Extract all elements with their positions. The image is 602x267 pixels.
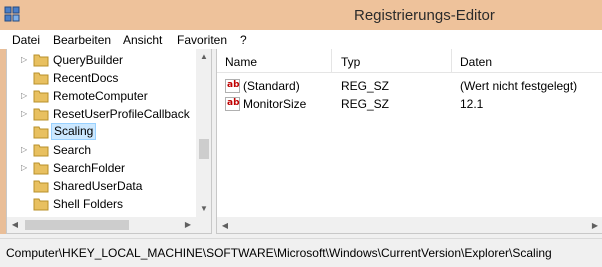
expand-arrow-icon[interactable]: ▷ xyxy=(21,92,27,100)
value-list[interactable]: Name Typ Daten ab (Standard) REG_SZ (Wer… xyxy=(216,49,602,234)
scroll-left-icon[interactable]: ◀ xyxy=(217,217,233,233)
string-value-icon: ab xyxy=(225,79,240,93)
tree-item-resetuserprofilecallback[interactable]: ▷ ResetUserProfileCallback xyxy=(7,105,197,123)
folder-icon xyxy=(33,180,49,193)
menu-bar: Datei Bearbeiten Ansicht Favoriten ? xyxy=(0,30,602,49)
registry-editor-icon[interactable] xyxy=(4,6,20,22)
folder-icon xyxy=(33,54,49,67)
tree-item-label: Scaling xyxy=(51,123,97,140)
value-name: MonitorSize xyxy=(243,97,307,111)
list-row-standard[interactable]: ab (Standard) REG_SZ (Wert nicht festgel… xyxy=(217,77,602,95)
scroll-thumb[interactable] xyxy=(199,139,209,159)
scroll-right-icon[interactable]: ▶ xyxy=(180,217,196,233)
value-type: REG_SZ xyxy=(341,79,390,93)
tree-item-label: SearchFolder xyxy=(53,161,126,175)
tree-item-label: Shell Folders xyxy=(53,197,124,211)
folder-icon xyxy=(33,90,49,103)
expand-arrow-icon[interactable]: ▷ xyxy=(21,110,27,118)
scroll-thumb[interactable] xyxy=(25,220,129,230)
menu-bearbeiten[interactable]: Bearbeiten xyxy=(53,33,111,47)
folder-icon xyxy=(33,144,49,157)
value-name: (Standard) xyxy=(243,79,300,93)
list-header: Name Typ Daten xyxy=(217,49,602,73)
menu-favoriten[interactable]: Favoriten xyxy=(177,33,227,47)
expand-arrow-icon[interactable]: ▷ xyxy=(21,164,27,172)
scroll-down-icon[interactable]: ▼ xyxy=(196,201,211,217)
folder-icon xyxy=(33,198,49,211)
value-type: REG_SZ xyxy=(341,97,390,111)
column-header-data[interactable]: Daten xyxy=(460,55,492,69)
menu-datei[interactable]: Datei xyxy=(12,33,40,47)
menu-help[interactable]: ? xyxy=(240,33,247,47)
tree-item-label: ResetUserProfileCallback xyxy=(53,107,190,121)
scroll-right-icon[interactable]: ▶ xyxy=(587,217,602,233)
title-bar: Registrierungs-Editor xyxy=(0,0,602,30)
tree-item-label: QueryBuilder xyxy=(53,53,124,67)
window-title: Registrierungs-Editor xyxy=(354,7,495,24)
folder-icon xyxy=(33,108,49,121)
expand-arrow-icon[interactable]: ▷ xyxy=(21,146,27,154)
string-value-icon: ab xyxy=(225,97,240,111)
list-horizontal-scrollbar[interactable]: ◀ ▶ xyxy=(217,217,602,233)
tree-item-label: RecentDocs xyxy=(53,71,119,85)
status-bar: Computer\HKEY_LOCAL_MACHINE\SOFTWARE\Mic… xyxy=(0,238,602,267)
tree-item-label: Search xyxy=(53,143,92,157)
column-divider[interactable] xyxy=(331,49,332,73)
tree-item-shell-folders[interactable]: Shell Folders xyxy=(7,195,197,213)
tree-item-searchfolder[interactable]: ▷ SearchFolder xyxy=(7,159,197,177)
folder-icon xyxy=(33,162,49,175)
column-header-name[interactable]: Name xyxy=(225,55,257,69)
expand-arrow-icon[interactable]: ▷ xyxy=(21,56,27,64)
tree-item-search[interactable]: ▷ Search xyxy=(7,141,197,159)
scroll-up-icon[interactable]: ▲ xyxy=(196,49,211,65)
column-header-type[interactable]: Typ xyxy=(341,55,360,69)
scroll-left-icon[interactable]: ◀ xyxy=(7,217,23,233)
tree-item-shareduserdata[interactable]: SharedUserData xyxy=(7,177,197,195)
tree-item-recentdocs[interactable]: RecentDocs xyxy=(7,69,197,87)
value-data: 12.1 xyxy=(460,97,484,111)
scrollbar-corner xyxy=(196,217,211,233)
tree-item-label: RemoteComputer xyxy=(53,89,148,103)
tree-item-scaling[interactable]: Scaling xyxy=(7,123,197,141)
key-tree[interactable]: ▷ QueryBuilder RecentDocs ▷ RemoteComput… xyxy=(6,49,212,234)
folder-icon xyxy=(33,126,49,139)
tree-item-label: SharedUserData xyxy=(53,179,143,193)
folder-icon xyxy=(33,72,49,85)
key-path: Computer\HKEY_LOCAL_MACHINE\SOFTWARE\Mic… xyxy=(6,246,552,260)
column-divider[interactable] xyxy=(451,49,452,73)
list-row-monitorsize[interactable]: ab MonitorSize REG_SZ 12.1 xyxy=(217,95,602,113)
value-data: (Wert nicht festgelegt) xyxy=(460,79,578,93)
tree-horizontal-scrollbar[interactable]: ◀ ▶ xyxy=(7,217,196,233)
tree-vertical-scrollbar[interactable]: ▲ ▼ xyxy=(196,49,211,217)
menu-ansicht[interactable]: Ansicht xyxy=(123,33,162,47)
tree-item-remotecomputer[interactable]: ▷ RemoteComputer xyxy=(7,87,197,105)
tree-item-querybuilder[interactable]: ▷ QueryBuilder xyxy=(7,51,197,69)
